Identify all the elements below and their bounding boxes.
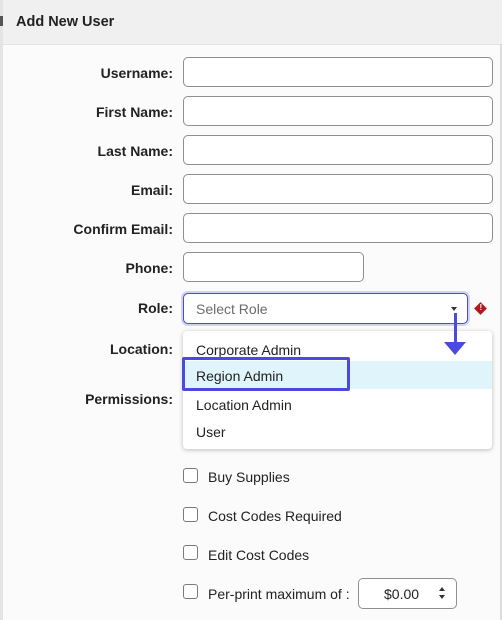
buy-supplies-checkbox[interactable] <box>183 468 198 483</box>
add-user-page: Add New User Username: First Name: Last … <box>0 0 502 620</box>
per-print-maximum-value: $0.00 <box>384 586 420 602</box>
phone-input[interactable] <box>183 252 364 282</box>
page-title: Add New User <box>16 14 115 30</box>
username-label: Username: <box>100 65 173 81</box>
per-print-maximum-label: Per-print maximum of : <box>208 586 350 602</box>
phone-label: Phone: <box>125 260 173 276</box>
cost-codes-required-checkbox[interactable] <box>183 507 198 522</box>
role-option-label: Corporate Admin <box>196 342 302 358</box>
username-input[interactable] <box>183 57 493 87</box>
confirm-email-label: Confirm Email: <box>73 221 173 237</box>
required-warning-icon: ! <box>474 302 487 315</box>
role-option-location-admin[interactable]: Location Admin <box>183 390 492 418</box>
first-name-input[interactable] <box>183 96 493 126</box>
permissions-label: Permissions: <box>85 391 173 407</box>
role-option-label: Location Admin <box>196 397 292 413</box>
last-name-input[interactable] <box>183 135 493 165</box>
caret-down-icon <box>451 307 457 311</box>
role-select-placeholder: Select Role <box>196 301 268 317</box>
email-label: Email: <box>130 182 173 198</box>
email-input[interactable] <box>183 174 493 204</box>
location-label: Location: <box>110 341 173 357</box>
cost-codes-required-label: Cost Codes Required <box>208 508 342 524</box>
up-down-stepper-icon[interactable] <box>439 585 447 603</box>
left-panel-edge <box>0 0 3 620</box>
arrow-down-icon <box>444 342 466 355</box>
annotation-highlight-box <box>182 357 350 391</box>
first-name-label: First Name: <box>95 104 173 120</box>
edit-cost-codes-checkbox[interactable] <box>183 545 198 560</box>
buy-supplies-label: Buy Supplies <box>208 469 290 485</box>
role-option-label: User <box>196 424 226 440</box>
per-print-maximum-checkbox[interactable] <box>183 584 198 599</box>
edit-cost-codes-label: Edit Cost Codes <box>208 547 310 563</box>
role-label: Role: <box>138 300 173 316</box>
last-name-label: Last Name: <box>97 143 173 159</box>
confirm-email-input[interactable] <box>183 213 493 243</box>
dialog-header: Add New User <box>3 0 502 45</box>
role-select[interactable]: Select Role <box>183 293 468 324</box>
role-option-user[interactable]: User <box>183 417 492 445</box>
per-print-maximum-input[interactable]: $0.00 <box>358 578 457 609</box>
